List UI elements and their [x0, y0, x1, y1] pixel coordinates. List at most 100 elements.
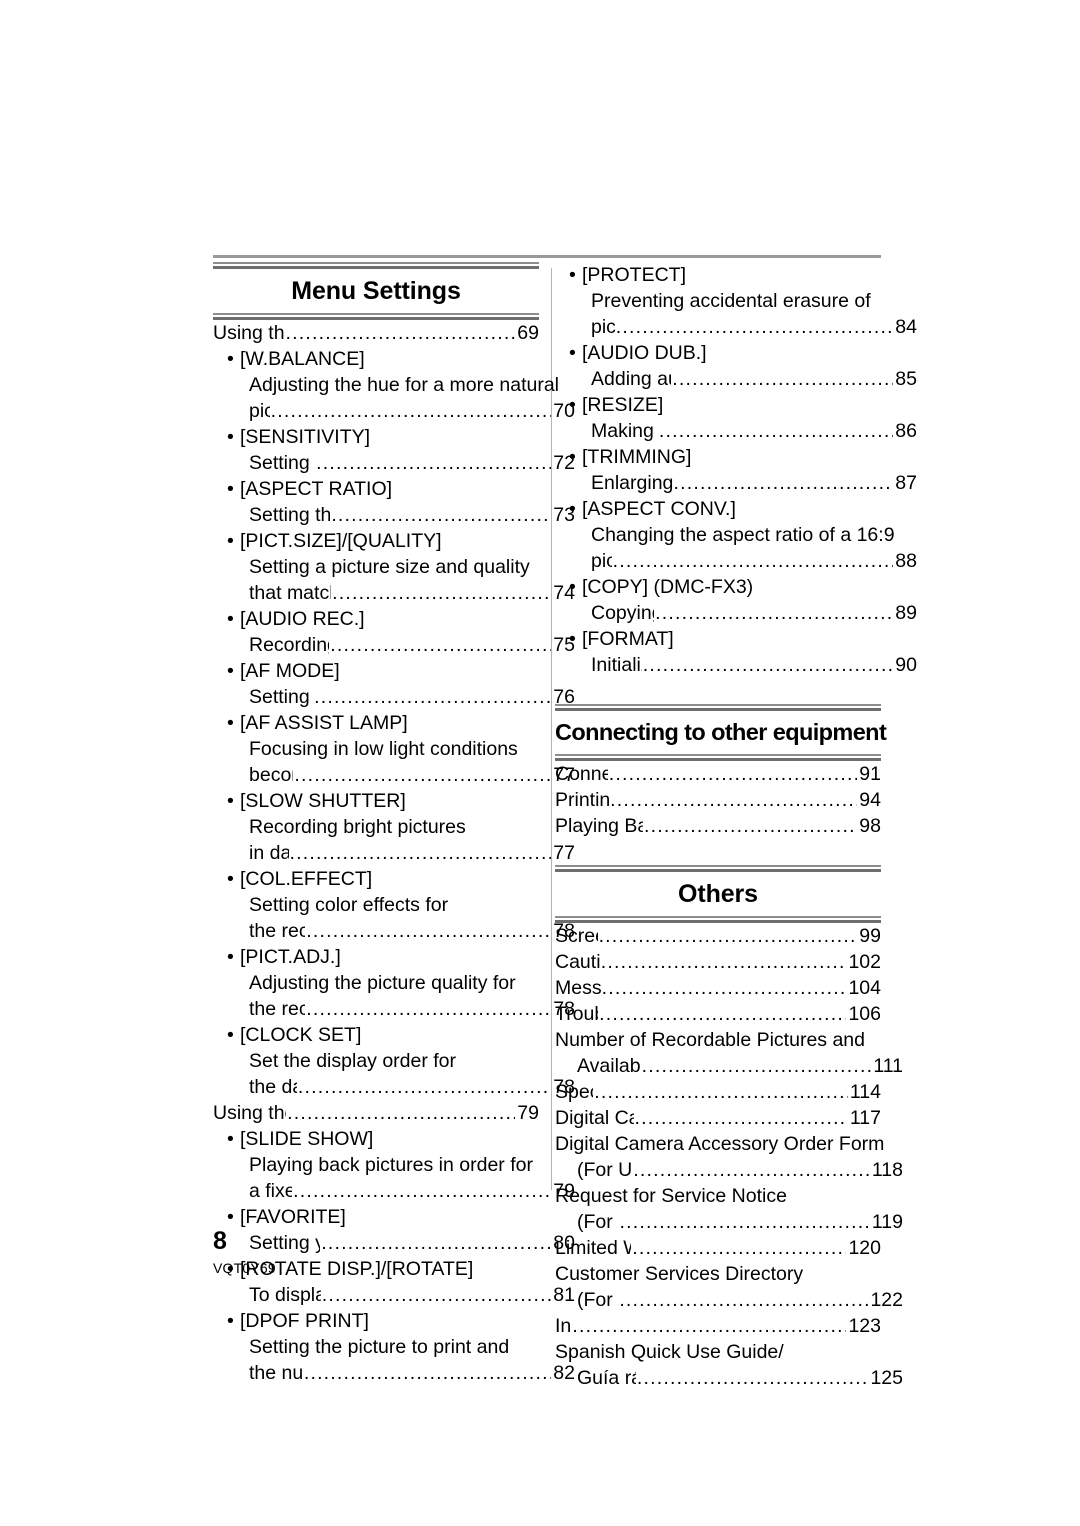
- toc-entry-text[interactable]: Preventing accidental erasure of: [591, 288, 881, 314]
- toc-entry-label: pictures: [591, 316, 615, 338]
- toc-entry[interactable]: (For USA Only)..........................…: [577, 1287, 903, 1313]
- toc-entry[interactable]: Adding audio after taking pictures......…: [591, 366, 917, 392]
- toc-entry-text[interactable]: Focusing in low light conditions: [249, 736, 539, 762]
- leader-dots: ........................................…: [293, 1180, 552, 1202]
- toc-entry[interactable]: the date and time.......................…: [249, 1074, 575, 1100]
- toc-entry[interactable]: picture.................................…: [249, 398, 575, 424]
- toc-entry-bullet[interactable]: • [AF MODE]: [227, 658, 539, 684]
- toc-entry-label: Enlarging a picture and trimming it: [591, 472, 673, 494]
- toc-entry[interactable]: Available Recording Time................…: [577, 1053, 903, 1079]
- toc-entry[interactable]: in dark places..........................…: [249, 840, 575, 866]
- toc-entry[interactable]: Index...................................…: [555, 1313, 881, 1339]
- toc-entry-text[interactable]: Setting the picture to print and: [249, 1334, 539, 1360]
- toc-entry[interactable]: Cautions for Use........................…: [555, 949, 881, 975]
- toc-entry-bullet[interactable]: • [AUDIO REC.]: [227, 606, 539, 632]
- toc-entry-bullet[interactable]: • [W.BALANCE]: [227, 346, 539, 372]
- leader-dots: ........................................…: [287, 1102, 515, 1124]
- leader-dots: ........................................…: [331, 504, 551, 526]
- toc-entry-page-number: 122: [870, 1288, 903, 1311]
- toc-entry[interactable]: Recording still pictures with audio.....…: [249, 632, 575, 658]
- leader-dots: ........................................…: [634, 1106, 848, 1129]
- toc-entry-label: [FORMAT]: [582, 628, 674, 650]
- toc-entry-bullet[interactable]: • [SLIDE SHOW]: [227, 1126, 539, 1152]
- toc-entry[interactable]: Connecting to a PC......................…: [555, 761, 881, 787]
- toc-entry-page-number: 119: [871, 1210, 903, 1233]
- toc-entry-label: Recording bright pictures: [249, 816, 466, 838]
- toc-entry-bullet[interactable]: • [TRIMMING]: [569, 444, 881, 470]
- toc-entry-bullet[interactable]: • [ASPECT CONV.]: [569, 496, 881, 522]
- leader-dots: ........................................…: [297, 1076, 551, 1098]
- toc-entry-bullet[interactable]: • [PROTECT]: [569, 262, 881, 288]
- toc-entry[interactable]: Enlarging a picture and trimming it.....…: [591, 470, 917, 496]
- toc-entry-bullet[interactable]: • [COL.EFFECT]: [227, 866, 539, 892]
- toc-entry-bullet[interactable]: • [COPY] (DMC-FX3): [569, 574, 881, 600]
- toc-entry[interactable]: Setting the aspect ratio of pictures....…: [249, 502, 575, 528]
- toc-entry[interactable]: Making the picture smaller..............…: [591, 418, 917, 444]
- toc-entry-bullet[interactable]: • [CLOCK SET]: [227, 1022, 539, 1048]
- toc-entry-text[interactable]: Setting a picture size and quality: [249, 554, 539, 580]
- toc-entry[interactable]: that match your use of the pictures.....…: [249, 580, 575, 606]
- toc-entry-label: [AF MODE]: [240, 660, 340, 682]
- toc-entry-text[interactable]: Set the display order for: [249, 1048, 539, 1074]
- toc-entry[interactable]: (For USA Customers).....................…: [577, 1157, 903, 1183]
- toc-entry[interactable]: a fixed duration........................…: [249, 1178, 575, 1204]
- toc-entry[interactable]: pictures................................…: [591, 314, 917, 340]
- toc-entry-text[interactable]: Customer Services Directory: [555, 1261, 881, 1287]
- toc-entry-label: [AF ASSIST LAMP]: [240, 712, 408, 734]
- toc-entry-label: Setting your favorite pictures: [249, 1232, 321, 1254]
- toc-entry[interactable]: Using the [REC] Mode Menu...............…: [213, 320, 539, 346]
- toc-entry[interactable]: Copying the picture data................…: [591, 600, 917, 626]
- toc-entry-label: Index: [555, 1314, 572, 1337]
- toc-entry[interactable]: (For USA Only)..........................…: [577, 1209, 903, 1235]
- toc-entry-page-number: 102: [848, 950, 881, 973]
- toc-entry-bullet[interactable]: • [DPOF PRINT]: [227, 1308, 539, 1334]
- toc-entry[interactable]: Using the [PLAY] mode menu..............…: [213, 1100, 539, 1126]
- toc-entry-bullet[interactable]: • [RESIZE]: [569, 392, 881, 418]
- toc-entry[interactable]: the number of prints....................…: [249, 1360, 575, 1386]
- toc-entry[interactable]: Setting your favorite pictures..........…: [249, 1230, 575, 1256]
- toc-entry-text[interactable]: Changing the aspect ratio of a 16:9: [591, 522, 895, 548]
- toc-entry[interactable]: Screen Display..........................…: [555, 923, 881, 949]
- bullet-icon: •: [569, 394, 576, 416]
- toc-entry-text[interactable]: Spanish Quick Use Guide/: [555, 1339, 881, 1365]
- toc-entry-text[interactable]: Recording bright pictures: [249, 814, 539, 840]
- toc-entry[interactable]: Guía rápida en español..................…: [577, 1365, 903, 1391]
- toc-entry-bullet[interactable]: • [FORMAT]: [569, 626, 881, 652]
- leader-dots: ........................................…: [294, 764, 552, 786]
- toc-entry[interactable]: the recorded pictures...................…: [249, 918, 575, 944]
- toc-entry-bullet[interactable]: • [AUDIO DUB.]: [569, 340, 881, 366]
- toc-entry[interactable]: Printing the Pictures...................…: [555, 787, 881, 813]
- leader-dots: ........................................…: [289, 842, 552, 864]
- toc-entry-text[interactable]: Setting color effects for: [249, 892, 539, 918]
- toc-entry[interactable]: Troubleshooting.........................…: [555, 1001, 881, 1027]
- toc-entry-text[interactable]: Number of Recordable Pictures and: [555, 1027, 881, 1053]
- toc-entry-text[interactable]: Adjusting the hue for a more natural: [249, 372, 559, 398]
- toc-entry[interactable]: Playing Back Pictures on a TV Screen....…: [555, 813, 881, 839]
- toc-entry[interactable]: Specifications..........................…: [555, 1079, 881, 1105]
- toc-entry-bullet[interactable]: • [PICT.ADJ.]: [227, 944, 539, 970]
- toc-entry-label: Copying the picture data: [591, 602, 654, 624]
- toc-entry[interactable]: Setting the focus method................…: [249, 684, 575, 710]
- toc-entry-label: Using the [PLAY] mode menu: [213, 1102, 286, 1124]
- toc-entry[interactable]: becomes easier..........................…: [249, 762, 575, 788]
- toc-entry[interactable]: Initializing the card...................…: [591, 652, 917, 678]
- toc-entry-text[interactable]: Playing back pictures in order for: [249, 1152, 539, 1178]
- toc-entry[interactable]: Limited Warranty (For USA Only).........…: [555, 1235, 881, 1261]
- toc-entry[interactable]: Setting the light sensitivity...........…: [249, 450, 575, 476]
- toc-entry-text[interactable]: Adjusting the picture quality for: [249, 970, 539, 996]
- toc-entry[interactable]: the recorded pictures...................…: [249, 996, 575, 1022]
- toc-entry-bullet[interactable]: • [SENSITIVITY]: [227, 424, 539, 450]
- toc-entry-bullet[interactable]: • [FAVORITE]: [227, 1204, 539, 1230]
- toc-entry-text[interactable]: Digital Camera Accessory Order Form: [555, 1131, 884, 1157]
- toc-entry[interactable]: Digital Camera Accessory System.........…: [555, 1105, 881, 1131]
- toc-entry-text[interactable]: Request for Service Notice: [555, 1183, 881, 1209]
- toc-entry-bullet[interactable]: • [SLOW SHUTTER]: [227, 788, 539, 814]
- toc-entry-label: To display the picture rotated: [249, 1284, 321, 1306]
- toc-entry[interactable]: Message Display.........................…: [555, 975, 881, 1001]
- bullet-icon: •: [227, 1206, 234, 1228]
- toc-entry[interactable]: To display the picture rotated..........…: [249, 1282, 575, 1308]
- toc-entry-bullet[interactable]: • [ASPECT RATIO]: [227, 476, 539, 502]
- toc-entry-bullet[interactable]: • [PICT.SIZE]/[QUALITY]: [227, 528, 539, 554]
- toc-entry[interactable]: picture.................................…: [591, 548, 917, 574]
- toc-entry-bullet[interactable]: • [AF ASSIST LAMP]: [227, 710, 539, 736]
